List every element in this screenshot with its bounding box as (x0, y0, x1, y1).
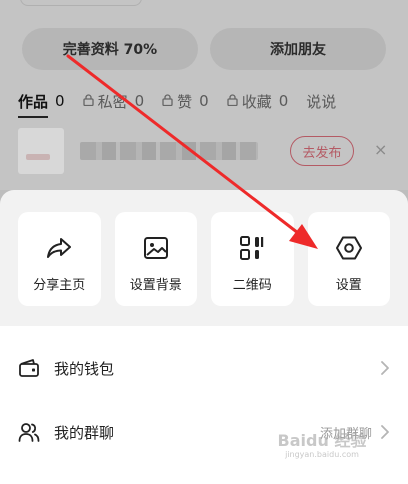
share-arrow-icon (45, 234, 73, 262)
background-profile-page: 完善资料 70% 添加朋友 作品 0 私密 0 赞 0 收藏 0 说说 去发布 … (0, 0, 408, 190)
tab-private[interactable]: 私密 0 (82, 91, 145, 112)
background-top-box (20, 0, 142, 6)
lock-icon (227, 93, 238, 109)
tab-private-label: 私密 (97, 92, 128, 111)
lock-icon (82, 93, 94, 109)
tab-likes[interactable]: 赞 0 (162, 91, 209, 112)
share-profile-label: 分享主页 (33, 278, 86, 293)
tab-favorites-label: 收藏 (241, 92, 272, 111)
tab-likes-label: 赞 (177, 92, 193, 111)
tab-likes-count: 0 (199, 92, 209, 110)
quick-action-tiles: 分享主页 设置背景 二维码 设置 (18, 212, 390, 306)
baidu-jingyan-watermark: Baidu 经验 jingyan.baidu.com (262, 426, 382, 466)
tab-favorites[interactable]: 收藏 0 (227, 91, 289, 112)
hexagon-gear-icon (335, 234, 363, 262)
settings-tile[interactable]: 设置 (307, 212, 390, 306)
set-background-tile[interactable]: 设置背景 (114, 212, 197, 306)
settings-label: 设置 (335, 278, 362, 293)
my-group-chat-label: 我的群聊 (54, 423, 115, 442)
tab-works[interactable]: 作品 0 (18, 91, 65, 112)
draft-thumbnail (18, 128, 64, 174)
active-tab-indicator (18, 116, 48, 118)
tab-posts[interactable]: 说说 (306, 91, 336, 112)
set-background-label: 设置背景 (129, 278, 182, 293)
qr-code-icon (238, 234, 266, 262)
my-wallet-row[interactable]: 我的钱包 (0, 336, 408, 400)
add-friend-button[interactable]: 添加朋友 (210, 28, 386, 70)
watermark-url: jingyan.baidu.com (285, 450, 359, 459)
home-indicator-area (0, 478, 408, 484)
edit-profile-button[interactable]: 完善资料 70% (22, 28, 198, 70)
watermark-brand: Baidu 经验 (277, 431, 367, 450)
tab-favorites-count: 0 (278, 92, 289, 110)
profile-tabs: 作品 0 私密 0 赞 0 收藏 0 说说 (18, 88, 408, 114)
tab-private-count: 0 (134, 92, 145, 110)
close-icon[interactable]: × (374, 140, 387, 159)
tab-works-count: 0 (55, 92, 65, 110)
group-icon (18, 421, 40, 443)
qr-code-label: 二维码 (232, 278, 272, 293)
blurred-draft-text (80, 142, 258, 160)
share-profile-tile[interactable]: 分享主页 (18, 212, 101, 306)
chevron-right-icon (381, 361, 389, 375)
draft-item: 去发布 × (18, 128, 390, 178)
publish-button[interactable]: 去发布 (290, 136, 354, 166)
tab-posts-label: 说说 (306, 92, 337, 111)
tab-works-label: 作品 (18, 92, 49, 111)
qr-code-tile[interactable]: 二维码 (211, 212, 294, 306)
lock-icon (162, 93, 173, 109)
image-icon (142, 234, 170, 262)
my-wallet-label: 我的钱包 (54, 359, 115, 378)
wallet-icon (18, 357, 40, 379)
